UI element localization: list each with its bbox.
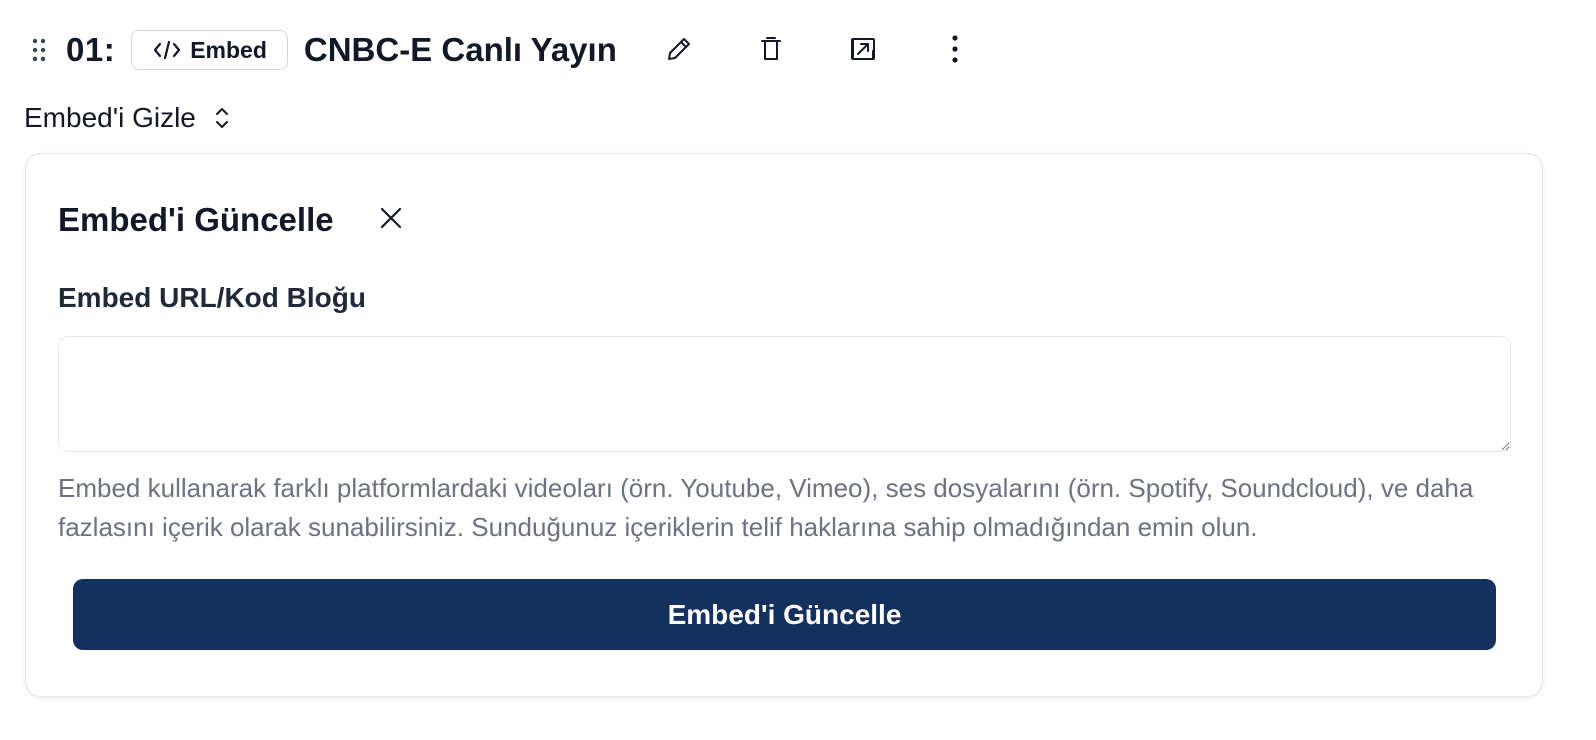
code-icon — [152, 39, 182, 61]
panel-title: Embed'i Güncelle — [58, 201, 334, 238]
open-external-button[interactable] — [843, 30, 883, 70]
update-embed-panel: Embed'i Güncelle Embed URL/Kod Bloğu Emb… — [25, 153, 1543, 697]
drag-handle-icon[interactable] — [24, 30, 54, 70]
badge-label: Embed — [190, 36, 267, 63]
close-icon — [379, 206, 403, 235]
pencil-icon — [665, 35, 693, 66]
more-options-button[interactable] — [935, 30, 975, 70]
hide-embed-toggle[interactable]: Embed'i Gizle — [24, 96, 230, 140]
edit-button[interactable] — [659, 30, 699, 70]
embed-item-header: 01: Embed CNBC-E Canlı Yayın — [24, 22, 1564, 78]
close-button[interactable] — [374, 203, 408, 237]
embed-url-textarea[interactable] — [58, 336, 1511, 452]
item-title: CNBC-E Canlı Yayın — [303, 31, 617, 68]
panel-header: Embed'i Güncelle — [58, 198, 408, 242]
delete-button[interactable] — [751, 30, 791, 70]
hide-embed-label: Embed'i Gizle — [24, 102, 196, 133]
more-vertical-icon — [950, 34, 960, 67]
embed-url-field-label: Embed URL/Kod Bloğu — [58, 282, 366, 313]
external-link-icon — [849, 35, 877, 66]
item-index: 01: — [66, 31, 116, 68]
embed-type-badge: Embed — [131, 30, 288, 70]
embed-help-text: Embed kullanarak farklı platformlardaki … — [58, 473, 1474, 542]
trash-icon — [758, 35, 784, 66]
update-embed-button[interactable]: Embed'i Güncelle — [73, 579, 1496, 650]
chevrons-up-down-icon — [214, 105, 230, 131]
